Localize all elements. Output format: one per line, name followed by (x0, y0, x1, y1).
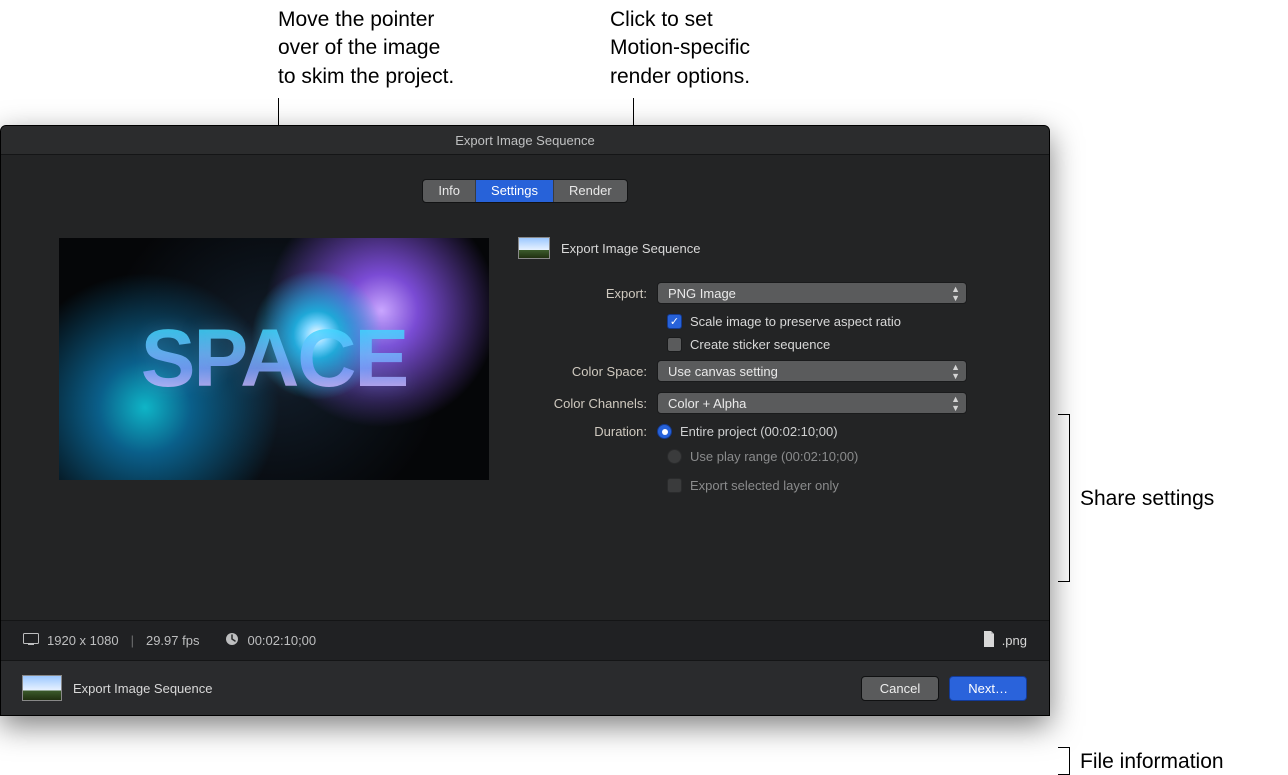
status-dimensions: 1920 x 1080 (47, 633, 119, 648)
cancel-button[interactable]: Cancel (861, 676, 939, 701)
bracket-fileinfo (1058, 747, 1070, 775)
preview-skimmer[interactable]: SPACE (59, 238, 489, 480)
status-left: 1920 x 1080 | 29.97 fps 00:02:10;00 (23, 632, 316, 649)
stepper-arrows-icon: ▲▼ (951, 395, 960, 413)
radio-entire-project[interactable] (657, 424, 672, 439)
tab-settings[interactable]: Settings (476, 180, 554, 202)
status-separator: | (127, 633, 138, 648)
footer-title: Export Image Sequence (73, 681, 212, 696)
checkbox-sticker-sequence[interactable] (667, 337, 682, 352)
label-export: Export: (519, 286, 657, 301)
document-icon (982, 631, 996, 650)
row-export: Export: PNG Image ▲▼ (519, 282, 1021, 304)
row-duration: Duration: Entire project (00:02:10;00) (519, 424, 1021, 439)
row-colorspace: Color Space: Use canvas setting ▲▼ (519, 360, 1021, 382)
callout-skim: Move the pointer over of the image to sk… (278, 6, 454, 91)
footer-left: Export Image Sequence (23, 676, 212, 700)
label-entire-project: Entire project (00:02:10;00) (680, 424, 838, 439)
status-right: .png (982, 631, 1027, 650)
label-channels: Color Channels: (519, 396, 657, 411)
popup-colorspace-value: Use canvas setting (668, 364, 778, 379)
label-colorspace: Color Space: (519, 364, 657, 379)
panel-thumbnail-icon (519, 238, 549, 258)
screen-icon (23, 633, 39, 648)
segmented-control: Info Settings Render (422, 179, 627, 203)
checkbox-scale-aspect[interactable]: ✓ (667, 314, 682, 329)
stepper-arrows-icon: ▲▼ (951, 363, 960, 381)
window-title: Export Image Sequence (1, 126, 1049, 155)
panel-header: Export Image Sequence (519, 238, 1021, 258)
popup-export-value: PNG Image (668, 286, 736, 301)
row-channels: Color Channels: Color + Alpha ▲▼ (519, 392, 1021, 414)
tab-row: Info Settings Render (1, 179, 1049, 203)
panel-title: Export Image Sequence (561, 241, 700, 256)
label-export-selected-layer: Export selected layer only (690, 478, 839, 493)
stepper-arrows-icon: ▲▼ (951, 285, 960, 303)
label-play-range: Use play range (00:02:10;00) (690, 449, 858, 464)
popup-export-format[interactable]: PNG Image ▲▼ (657, 282, 967, 304)
checkbox-export-selected-layer (667, 478, 682, 493)
callout-fileinfo: File information (1080, 750, 1224, 774)
label-scale-aspect: Scale image to preserve aspect ratio (690, 314, 901, 329)
export-dialog: Export Image Sequence Info Settings Rend… (0, 125, 1050, 716)
radio-play-range (667, 449, 682, 464)
row-export-selected: Export selected layer only (667, 478, 1021, 493)
tab-render[interactable]: Render (554, 180, 627, 202)
footer-buttons: Cancel Next… (861, 676, 1027, 701)
status-file-extension: .png (1002, 633, 1027, 648)
status-duration: 00:02:10;00 (247, 633, 316, 648)
bracket-share (1058, 414, 1070, 582)
status-bar: 1920 x 1080 | 29.97 fps 00:02:10;00 .png (1, 620, 1049, 660)
popup-color-channels[interactable]: Color + Alpha ▲▼ (657, 392, 967, 414)
callout-share: Share settings (1080, 487, 1214, 511)
preview-text: SPACE (141, 312, 407, 406)
popup-channels-value: Color + Alpha (668, 396, 746, 411)
row-scale: ✓ Scale image to preserve aspect ratio (667, 314, 1021, 329)
content-area: SPACE Export Image Sequence Export: PNG … (29, 223, 1021, 613)
footer-thumbnail-icon (23, 676, 61, 700)
popup-colorspace[interactable]: Use canvas setting ▲▼ (657, 360, 967, 382)
callout-render: Click to set Motion-specific render opti… (610, 6, 750, 91)
tab-info[interactable]: Info (423, 180, 476, 202)
label-sticker-sequence: Create sticker sequence (690, 337, 830, 352)
row-sticker: Create sticker sequence (667, 337, 1021, 352)
label-duration: Duration: (519, 424, 657, 439)
clock-icon (225, 632, 239, 649)
row-playrange: Use play range (00:02:10;00) (667, 449, 1021, 464)
next-button[interactable]: Next… (949, 676, 1027, 701)
settings-panel: Export Image Sequence Export: PNG Image … (519, 238, 1021, 501)
status-fps: 29.97 fps (146, 633, 200, 648)
footer-bar: Export Image Sequence Cancel Next… (1, 660, 1049, 715)
